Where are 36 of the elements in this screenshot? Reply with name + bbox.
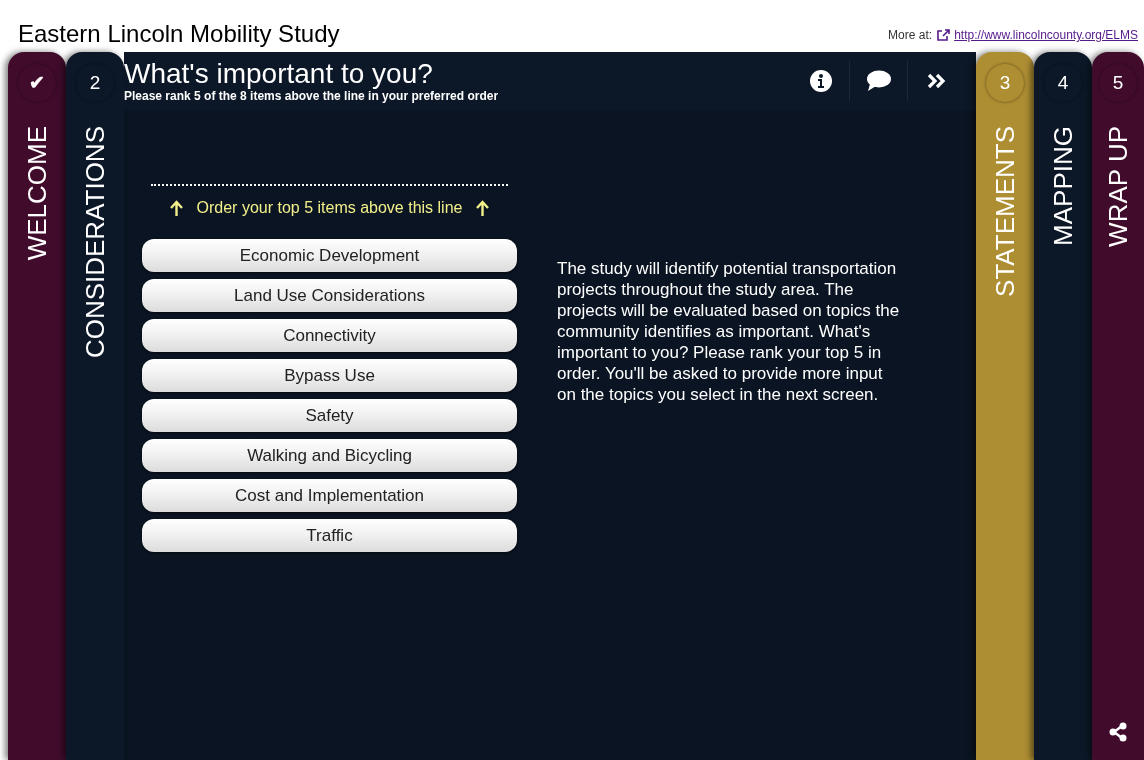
up-arrow-icon (169, 200, 183, 216)
step-number: 4 (1044, 64, 1082, 102)
external-link-icon (936, 28, 951, 42)
step-number: 3 (986, 64, 1024, 102)
step-label: CONSIDERATIONS (82, 126, 108, 359)
description-text: The study will identify potential transportation projects throughout the study area. The projects will be evaluated based on topics the community identifies as important. What's important to you? Please rank your top 5 in order. You'll be asked to provide more input on the topics you select in the next screen. (557, 258, 901, 405)
website-link[interactable]: http://www.lincolncounty.org/ELMS (954, 26, 1138, 44)
step-label: STATEMENTS (992, 126, 1018, 297)
step-label: WELCOME (24, 126, 50, 261)
step-tab[interactable]: ✔ WELCOME (8, 52, 66, 760)
share-icon[interactable] (1109, 722, 1127, 742)
check-badge: ✔ (18, 64, 56, 102)
page-title: Eastern Lincoln Mobility Study (18, 22, 340, 46)
step-label: WRAP UP (1105, 126, 1131, 247)
rank-item[interactable]: Safety (142, 399, 517, 432)
rank-item[interactable]: Traffic (142, 519, 517, 552)
rank-item[interactable]: Walking and Bicycling (142, 439, 517, 472)
up-arrow-icon (476, 200, 490, 216)
instruction-text: Order your top 5 items above this line (196, 198, 463, 218)
more-label: More at: (888, 27, 933, 44)
subheading: Please rank 5 of the 8 items above the line in your preferred order (124, 89, 500, 103)
rank-item[interactable]: Connectivity (142, 319, 517, 352)
speech-bubble-icon (865, 70, 892, 92)
info-icon (809, 70, 832, 92)
heading: What's important to you? (124, 59, 434, 89)
step-tab[interactable]: 2 CONSIDERATIONS (66, 52, 124, 760)
double-chevron-icon (927, 73, 947, 89)
step-number: 5 (1099, 64, 1137, 102)
rank-item[interactable]: Economic Development (142, 239, 517, 272)
step-number: 2 (76, 64, 114, 102)
step-label: MAPPING (1050, 126, 1076, 246)
step-tab[interactable]: 4 MAPPING (1034, 52, 1092, 760)
rank-item[interactable]: Land Use Considerations (142, 279, 517, 312)
rank-item[interactable]: Cost and Implementation (142, 479, 517, 512)
step-tab[interactable]: 5 WRAP UP (1092, 52, 1144, 760)
rank-item[interactable]: Bypass Use (142, 359, 517, 392)
